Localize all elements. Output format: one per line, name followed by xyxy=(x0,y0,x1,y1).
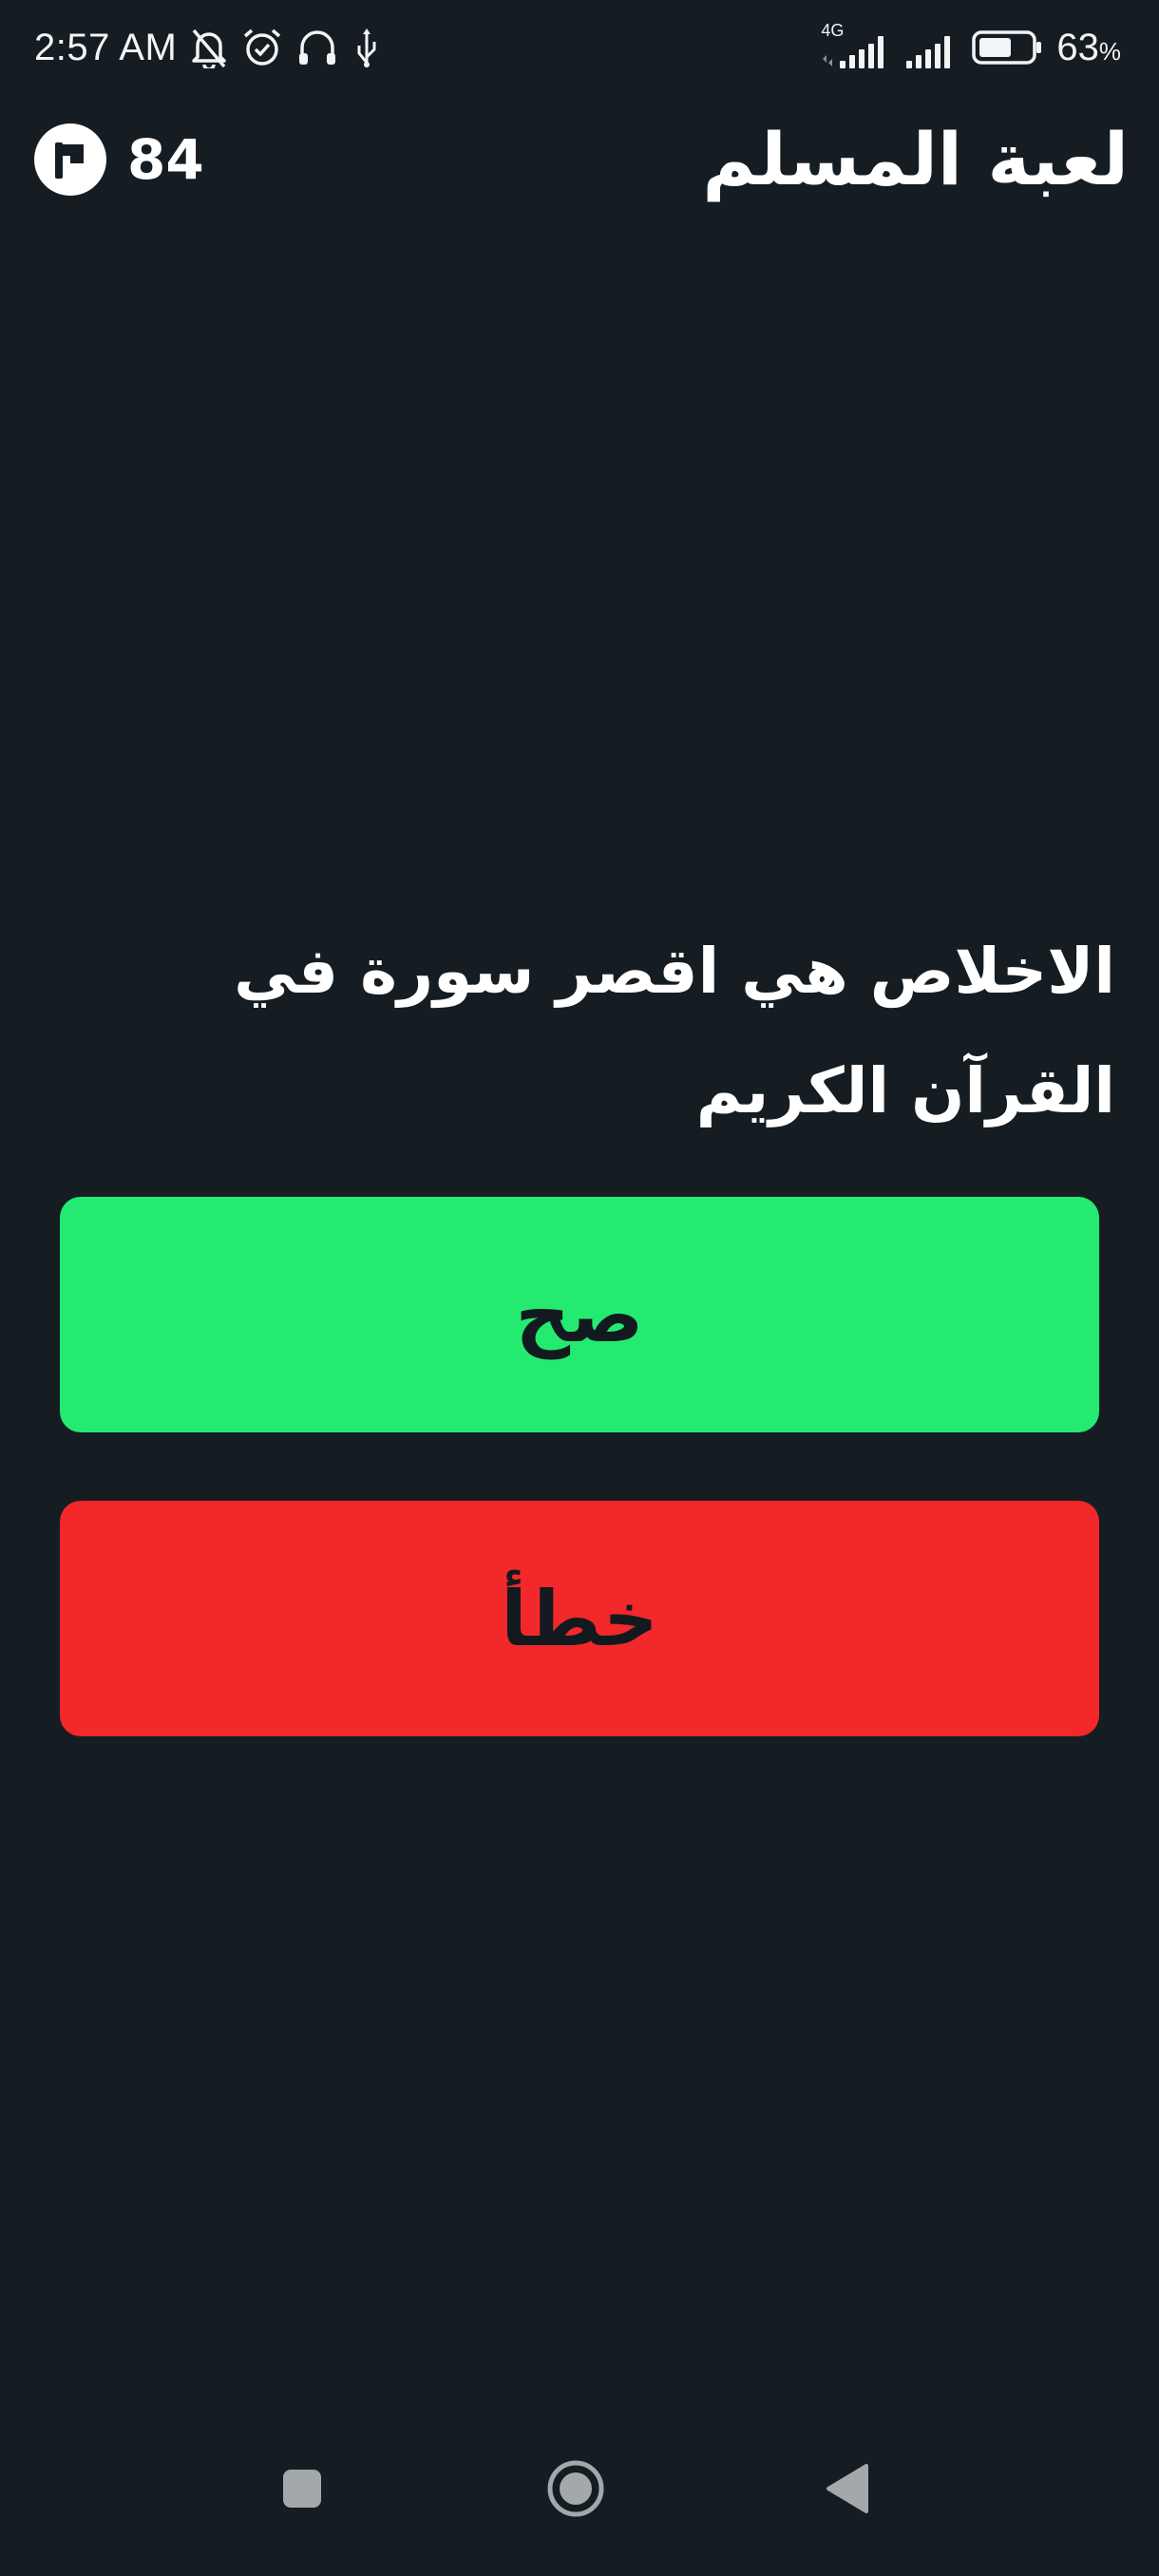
back-triangle-icon xyxy=(826,2464,868,2513)
bell-off-icon xyxy=(192,28,227,68)
signal-icon xyxy=(823,36,884,68)
score-value: 84 xyxy=(127,127,204,192)
battery-percent: 63% xyxy=(1056,26,1121,68)
question-text: الاخلاص هي اقصر سورة في القرآن الكريم xyxy=(234,935,1115,1127)
recents-square-icon xyxy=(283,2470,321,2508)
app-header: لعبة المسلم 84 xyxy=(0,104,1159,218)
home-circle-icon xyxy=(547,2460,604,2517)
status-right-group: 4G 63% xyxy=(821,21,1121,74)
status-bar: 2:57 AM 4G 63% xyxy=(0,0,1159,95)
app-title: لعبة المسلم xyxy=(702,117,1130,201)
flag-button[interactable] xyxy=(34,123,106,196)
home-button[interactable] xyxy=(519,2432,633,2546)
recents-button[interactable] xyxy=(245,2432,359,2546)
false-answer-button[interactable]: خطأ xyxy=(60,1501,1099,1736)
back-button[interactable] xyxy=(790,2432,904,2546)
false-answer-label: خطأ xyxy=(501,1574,658,1663)
status-time: 2:57 AM xyxy=(34,26,178,68)
navigation-bar xyxy=(0,2432,1159,2576)
battery-percent-sign: % xyxy=(1098,36,1121,66)
signal-4g-group: 4G xyxy=(821,21,891,70)
true-answer-label: صح xyxy=(515,1270,644,1359)
status-left-group: 2:57 AM xyxy=(34,21,382,74)
true-answer-button[interactable]: صح xyxy=(60,1197,1099,1432)
usb-icon xyxy=(357,28,376,67)
headphones-icon xyxy=(299,30,336,65)
battery-icon xyxy=(972,30,1042,65)
flag-icon xyxy=(55,142,84,179)
score-display: 84 xyxy=(34,122,204,198)
alarm-icon xyxy=(244,28,281,66)
signal-icon xyxy=(906,36,951,68)
